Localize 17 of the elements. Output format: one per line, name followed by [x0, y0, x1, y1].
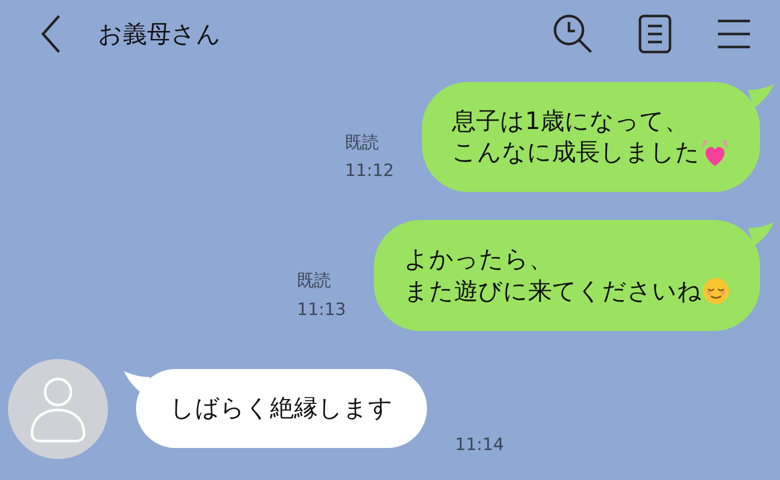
- message-time: 11:12: [345, 160, 394, 184]
- message-time: 11:13: [297, 298, 346, 322]
- back-icon[interactable]: [40, 14, 62, 54]
- chat-title: お義母さん: [98, 19, 221, 50]
- message-text: また遊びに来てくださいね: [404, 276, 702, 307]
- message-text: よかったら、: [404, 244, 553, 276]
- notes-icon[interactable]: [638, 14, 672, 54]
- menu-icon[interactable]: [716, 18, 752, 50]
- message-text: 息子は1歳になって、: [452, 106, 688, 137]
- message-text: こんなに成長しました: [452, 137, 700, 168]
- heart-icon: [700, 138, 730, 167]
- message-text: しばらく絶縁します: [170, 393, 393, 424]
- message-time: 11:14: [455, 434, 504, 458]
- smiling-face-icon: [702, 277, 730, 306]
- read-receipt: 既読: [297, 270, 332, 293]
- read-receipt: 既読: [345, 132, 380, 155]
- search-icon[interactable]: [552, 13, 594, 55]
